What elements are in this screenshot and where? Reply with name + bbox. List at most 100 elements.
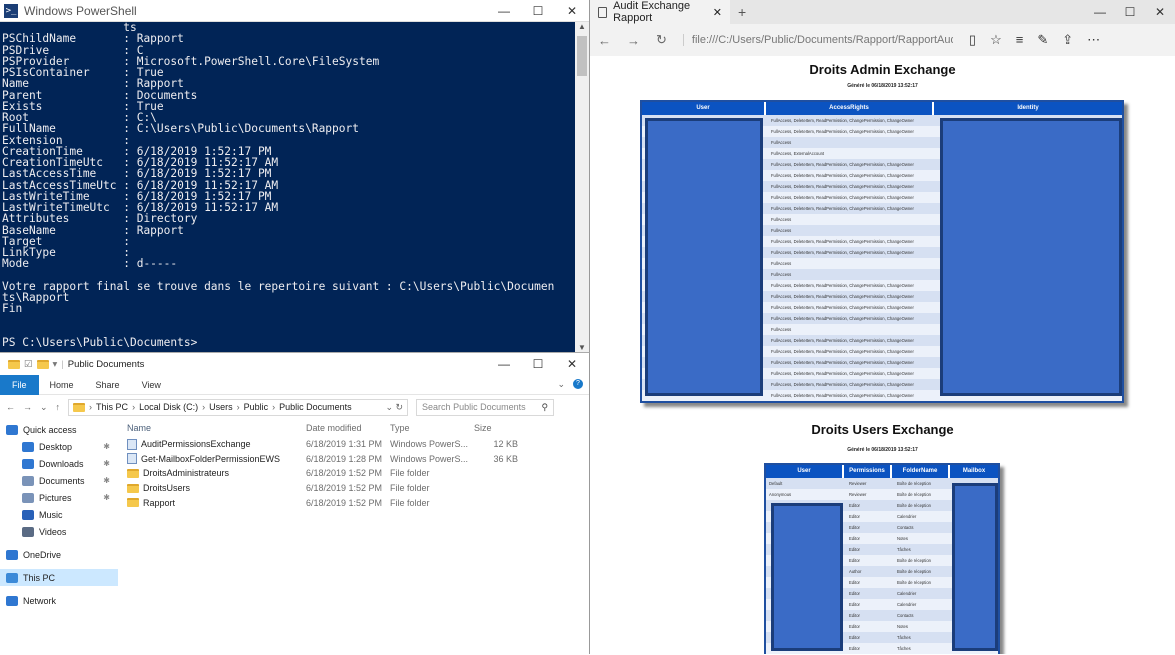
more-icon[interactable]: ⋯ — [1087, 32, 1100, 48]
nav-item[interactable]: OneDrive — [0, 546, 118, 563]
folder-cell: Boîte de réception — [897, 569, 931, 574]
column-size[interactable]: Size — [474, 423, 518, 433]
recent-locations-icon[interactable]: ⌄ — [40, 402, 48, 413]
tab-file[interactable]: File — [0, 374, 39, 395]
file-row[interactable]: DroitsAdministrateurs 6/18/2019 1:52 PM Fi… — [122, 466, 582, 481]
close-tab-icon[interactable]: ✕ — [713, 6, 722, 19]
search-input[interactable]: Search Public Documents ⚲ — [416, 398, 555, 416]
file-row[interactable]: Get-MailboxFolderPermissionEWS 6/18/2019 … — [122, 452, 582, 467]
explorer-window[interactable]: ☑ ▾ | Public Documents — ☐ ✕ File Home S… — [0, 352, 590, 654]
back-icon[interactable]: ← — [6, 402, 15, 412]
scrollbar-thumb[interactable] — [577, 36, 587, 76]
address-bar[interactable]: › This PC › Local Disk (C:) › Users › Pu… — [68, 398, 409, 416]
new-folder-icon[interactable] — [36, 359, 49, 369]
quick-access-dropdown-icon[interactable]: ▾ — [53, 359, 58, 370]
folder-icon — [73, 402, 86, 412]
nav-item[interactable]: Music — [0, 506, 118, 523]
address-dropdown-icon[interactable]: ⌄ ↻ — [385, 402, 403, 413]
tab-view[interactable]: View — [131, 380, 172, 390]
explorer-titlebar[interactable]: ☑ ▾ | Public Documents — ☐ ✕ — [0, 353, 589, 375]
maximize-button[interactable]: ☐ — [521, 354, 555, 374]
perm-cell: Author — [849, 569, 862, 574]
network-icon — [6, 595, 18, 606]
users-table-header: User Permissions FolderName Mailbox — [766, 465, 998, 478]
file-row[interactable]: Rapport 6/18/2019 1:52 PM File folder — [122, 495, 582, 510]
reading-view-icon[interactable]: ▯ — [969, 32, 976, 48]
breadcrumb-item[interactable]: Public — [244, 402, 269, 412]
hub-icon[interactable]: ≡ — [1016, 32, 1024, 48]
scroll-up-icon[interactable]: ▲ — [575, 22, 589, 31]
web-note-icon[interactable]: ✎ — [1037, 32, 1048, 48]
minimize-button[interactable]: — — [487, 1, 521, 21]
nav-item[interactable]: Desktop ✱ — [0, 438, 118, 455]
close-button[interactable]: ✕ — [555, 354, 589, 374]
file-name-cell: Rapport — [122, 498, 306, 508]
accessrights-cell: FullAccess, DeleteItem, ReadPermission, … — [771, 206, 914, 211]
accessrights-cell: FullAccess, DeleteItem, ReadPermission, … — [771, 173, 914, 178]
breadcrumb-item[interactable]: This PC — [96, 402, 128, 412]
powershell-window[interactable]: >_ Windows PowerShell — ☐ ✕ ts PSChildNam… — [0, 0, 590, 352]
accessrights-cell: FullAccess, DeleteItem, ReadPermission, … — [771, 118, 914, 123]
up-icon[interactable]: ↑ — [56, 402, 61, 412]
scroll-down-icon[interactable]: ▼ — [575, 343, 589, 352]
powershell-titlebar[interactable]: >_ Windows PowerShell — ☐ ✕ — [0, 0, 589, 22]
powershell-console[interactable]: ts PSChildName : Rapport PSDrive : C PSProv… — [2, 22, 574, 352]
console-scrollbar[interactable]: ▲ ▼ — [575, 22, 589, 352]
close-button[interactable]: ✕ — [555, 1, 589, 21]
folder-icon — [127, 483, 139, 493]
favorite-star-icon[interactable]: ☆ — [990, 32, 1002, 48]
breadcrumb-item[interactable]: Users — [209, 402, 233, 412]
edge-window[interactable]: Audit Exchange Rapport ✕ + — ☐ ✕ ← → ↻ f… — [590, 0, 1175, 654]
minimize-button[interactable]: — — [1085, 2, 1115, 22]
nav-item[interactable]: Network — [0, 592, 118, 609]
breadcrumb-item[interactable]: Public Documents — [279, 402, 352, 412]
minimize-button[interactable]: — — [487, 354, 521, 374]
checkbox-icon[interactable]: ☑ — [24, 359, 33, 370]
file-row[interactable]: AuditPermissionsExchange 6/18/2019 1:31 P… — [122, 437, 582, 452]
star-icon — [6, 424, 18, 435]
pin-icon[interactable]: ✱ — [103, 459, 110, 468]
help-icon[interactable]: ? — [573, 379, 583, 389]
nav-item[interactable]: This PC — [0, 569, 118, 586]
share-icon[interactable]: ⇪ — [1062, 32, 1073, 48]
forward-icon[interactable]: → — [627, 33, 640, 48]
nav-item[interactable]: Quick access — [0, 421, 118, 438]
accessrights-cell: FullAccess, DeleteItem, ReadPermission, … — [771, 382, 914, 387]
pin-icon[interactable]: ✱ — [103, 442, 110, 451]
maximize-button[interactable]: ☐ — [521, 1, 555, 21]
tab-share[interactable]: Share — [85, 380, 131, 390]
folder-cell: Calendrier — [897, 514, 917, 519]
search-icon: ⚲ — [541, 401, 549, 412]
address-bar[interactable]: file:///C:/Users/Public/Documents/Rappor… — [682, 34, 953, 46]
folder-cell: Boîte de réception — [897, 492, 931, 497]
nav-item[interactable]: Downloads ✱ — [0, 455, 118, 472]
nav-item[interactable]: Pictures ✱ — [0, 489, 118, 506]
nav-item-label: Music — [39, 509, 63, 520]
close-button[interactable]: ✕ — [1145, 2, 1175, 22]
expand-ribbon-icon[interactable]: ⌄ — [557, 379, 565, 390]
refresh-icon[interactable]: ↻ — [656, 32, 667, 48]
breadcrumb-item[interactable]: Local Disk (C:) — [139, 402, 198, 412]
accessrights-cell: FullAccess, DeleteItem, ReadPermission, … — [771, 338, 914, 343]
nav-item[interactable]: Videos — [0, 523, 118, 540]
column-name[interactable]: Name — [122, 423, 306, 433]
folder-icon — [127, 498, 139, 508]
forward-icon[interactable]: → — [23, 402, 32, 412]
new-tab-button[interactable]: + — [738, 4, 746, 20]
accessrights-cell: FullAccess — [771, 217, 792, 222]
header-mailbox: Mailbox — [962, 468, 986, 474]
column-type[interactable]: Type — [390, 423, 474, 433]
console-line: Fin — [2, 302, 23, 316]
tab-home[interactable]: Home — [39, 380, 85, 390]
browser-tab[interactable]: Audit Exchange Rapport ✕ — [590, 0, 730, 24]
maximize-button[interactable]: ☐ — [1115, 2, 1145, 22]
back-icon[interactable]: ← — [598, 33, 611, 48]
file-list: Name Date modified Type Size AuditPermis… — [122, 419, 582, 510]
pin-icon[interactable]: ✱ — [103, 476, 110, 485]
pin-icon[interactable]: ✱ — [103, 493, 110, 502]
column-date[interactable]: Date modified — [306, 423, 390, 433]
accessrights-cell: FullAccess — [771, 140, 792, 145]
nav-item[interactable]: Documents ✱ — [0, 472, 118, 489]
nav-item-label: OneDrive — [23, 549, 62, 560]
file-row[interactable]: DroitsUsers 6/18/2019 1:52 PM File folder — [122, 481, 582, 496]
